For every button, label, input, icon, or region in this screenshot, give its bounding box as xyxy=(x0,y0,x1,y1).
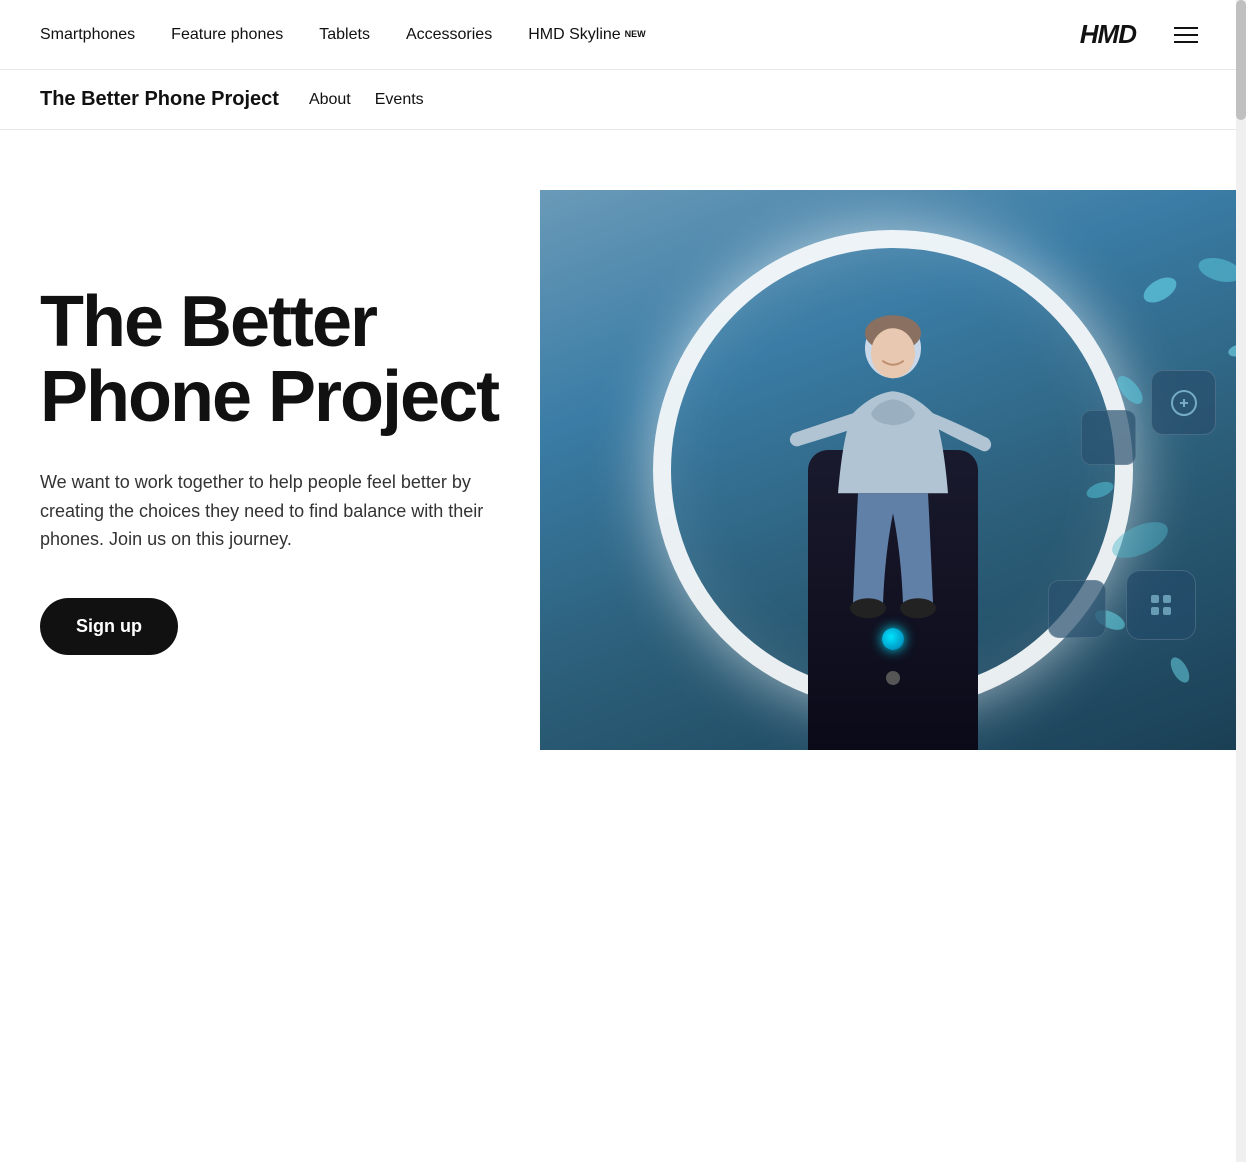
hero-image-area xyxy=(540,190,1246,750)
new-badge: NEW xyxy=(625,30,646,39)
nav-links: Smartphones Feature phones Tablets Acces… xyxy=(40,26,1050,44)
nav-events[interactable]: Events xyxy=(375,91,424,109)
secondary-navigation: The Better Phone Project About Events xyxy=(0,70,1246,130)
float-card-4 xyxy=(1048,580,1106,638)
float-card-3 xyxy=(1126,570,1196,640)
hamburger-line-2 xyxy=(1174,34,1198,36)
hero-title: The Better Phone Project xyxy=(40,285,500,436)
float-card-2 xyxy=(1081,410,1136,465)
hamburger-line-1 xyxy=(1174,27,1198,29)
nav-tablets[interactable]: Tablets xyxy=(319,26,370,44)
secondary-nav-links: About Events xyxy=(309,91,424,109)
nav-smartphones[interactable]: Smartphones xyxy=(40,26,135,44)
hamburger-menu-button[interactable] xyxy=(1166,19,1206,51)
signup-button[interactable]: Sign up xyxy=(40,598,178,655)
top-navigation: Smartphones Feature phones Tablets Acces… xyxy=(0,0,1246,70)
site-name: The Better Phone Project xyxy=(40,88,279,111)
hamburger-line-3 xyxy=(1174,41,1198,43)
hero-image-background xyxy=(540,190,1246,750)
hmd-logo: HMD xyxy=(1080,19,1136,50)
nav-feature-phones[interactable]: Feature phones xyxy=(171,26,283,44)
nav-hmd-skyline[interactable]: HMD SkylineNEW xyxy=(528,26,645,44)
float-card-1 xyxy=(1151,370,1216,435)
scrollbar-thumb[interactable] xyxy=(1236,0,1246,120)
scrollbar-track[interactable] xyxy=(1236,0,1246,1162)
hero-section: The Better Phone Project We want to work… xyxy=(0,130,1246,750)
nav-about[interactable]: About xyxy=(309,91,351,109)
phone-sensor xyxy=(886,671,900,685)
hero-content: The Better Phone Project We want to work… xyxy=(0,190,540,750)
hero-description: We want to work together to help people … xyxy=(40,468,500,554)
nav-accessories[interactable]: Accessories xyxy=(406,26,492,44)
hmd-logo-area[interactable]: HMD xyxy=(1080,19,1136,50)
hero-person-svg xyxy=(783,293,1003,633)
